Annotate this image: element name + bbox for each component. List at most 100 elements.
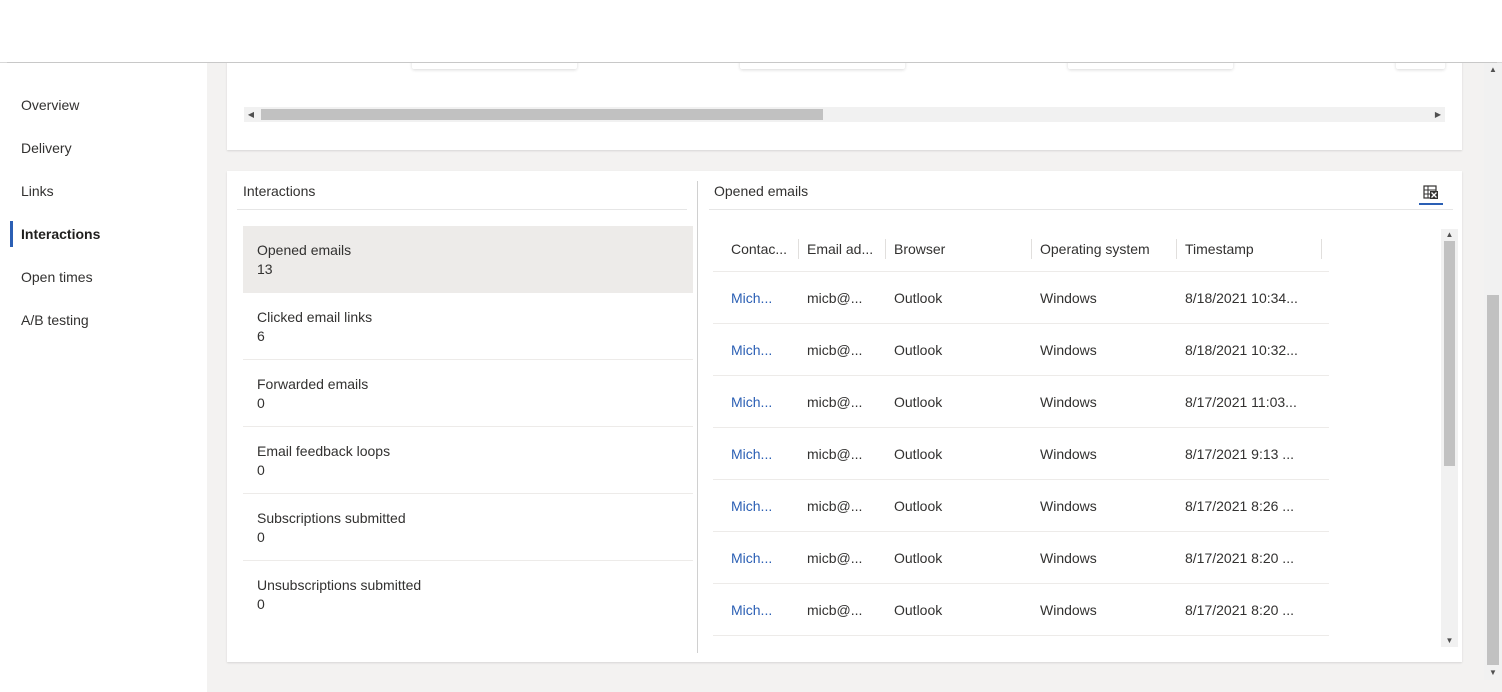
panel-divider <box>697 181 698 653</box>
scroll-right-icon[interactable]: ▶ <box>1431 107 1445 122</box>
table-row[interactable]: Mich... micb@... Outlook Windows 8/18/20… <box>713 272 1329 324</box>
column-separator[interactable] <box>1176 239 1177 259</box>
nav-item-interactions[interactable]: Interactions <box>10 221 200 247</box>
contact-link[interactable]: Mich... <box>731 376 772 428</box>
interactions-title-divider <box>237 209 687 210</box>
operating-system-cell: Windows <box>1040 602 1097 618</box>
active-underline <box>1419 203 1443 205</box>
column-separator[interactable] <box>885 239 886 259</box>
grid-vertical-scrollbar[interactable]: ▲ ▼ <box>1441 229 1458 647</box>
metric-tile <box>412 63 577 69</box>
scrollbar-thumb[interactable] <box>1444 241 1455 466</box>
metric-unsubscriptions-submitted[interactable]: Unsubscriptions submitted 0 <box>243 561 693 628</box>
metric-label: Clicked email links <box>257 309 373 325</box>
nav-item-links[interactable]: Links <box>10 178 200 204</box>
excel-export-icon <box>1423 185 1438 199</box>
browser-cell: Outlook <box>894 602 943 618</box>
scroll-down-icon[interactable]: ▼ <box>1484 666 1502 680</box>
column-header-timestamp[interactable]: Timestamp <box>1185 227 1254 271</box>
metric-value: 6 <box>257 328 265 344</box>
browser-cell: Outlook <box>894 446 943 462</box>
operating-system-cell: Windows <box>1040 498 1097 514</box>
metric-value: 0 <box>257 529 265 545</box>
table-row[interactable]: Mich... micb@... Outlook Windows 8/17/20… <box>713 480 1329 532</box>
browser-cell: Outlook <box>894 342 943 358</box>
metric-value: 13 <box>257 261 273 277</box>
nav-item-ab-testing[interactable]: A/B testing <box>10 307 200 333</box>
metric-clicked-email-links[interactable]: Clicked email links 6 <box>243 293 693 360</box>
email-address-cell: micb@... <box>807 446 863 462</box>
metric-label: Forwarded emails <box>257 376 369 392</box>
operating-system-cell: Windows <box>1040 290 1097 306</box>
table-row[interactable]: Mich... micb@... Outlook Windows 8/17/20… <box>713 532 1329 584</box>
contact-link[interactable]: Mich... <box>731 480 772 532</box>
column-header-email-address[interactable]: Email ad... <box>807 227 873 271</box>
column-header-contact[interactable]: Contac... <box>731 227 787 271</box>
interactions-card: Interactions Opened emails 13 Clicked em… <box>227 171 1462 662</box>
scroll-down-icon[interactable]: ▼ <box>1441 635 1458 647</box>
table-row[interactable]: Mich... micb@... Outlook Windows 8/17/20… <box>713 584 1329 636</box>
metric-subscriptions-submitted[interactable]: Subscriptions submitted 0 <box>243 494 693 561</box>
main-content: ◀ ▶ Interactions Opened emails 13 Clicke… <box>207 63 1484 680</box>
metric-value: 0 <box>257 462 265 478</box>
email-address-cell: micb@... <box>807 394 863 410</box>
table-row[interactable]: Mich... micb@... Outlook Windows 8/18/20… <box>713 324 1329 376</box>
browser-cell: Outlook <box>894 394 943 410</box>
metric-value: 0 <box>257 395 265 411</box>
opened-emails-title-divider <box>709 209 1453 210</box>
metric-label: Unsubscriptions submitted <box>257 577 422 593</box>
browser-cell: Outlook <box>894 550 943 566</box>
page-vertical-scrollbar[interactable]: ▲ ▼ <box>1484 63 1502 680</box>
operating-system-cell: Windows <box>1040 446 1097 462</box>
column-header-operating-system[interactable]: Operating system <box>1040 227 1150 271</box>
metric-value: 0 <box>257 596 265 612</box>
email-address-cell: micb@... <box>807 290 863 306</box>
metric-tile <box>740 63 905 69</box>
contact-link[interactable]: Mich... <box>731 584 772 636</box>
timestamp-cell: 8/17/2021 11:03... <box>1185 394 1297 410</box>
metric-email-feedback-loops[interactable]: Email feedback loops 0 <box>243 427 693 494</box>
email-address-cell: micb@... <box>807 550 863 566</box>
timestamp-cell: 8/18/2021 10:32... <box>1185 342 1298 358</box>
metric-label: Subscriptions submitted <box>257 510 406 526</box>
column-separator[interactable] <box>1031 239 1032 259</box>
timestamp-cell: 8/17/2021 8:20 ... <box>1185 550 1294 566</box>
opened-emails-title: Opened emails <box>714 183 809 199</box>
section-navigation: Overview Delivery Links Interactions Ope… <box>0 63 207 692</box>
metric-opened-emails[interactable]: Opened emails 13 <box>243 226 693 293</box>
email-address-cell: micb@... <box>807 602 863 618</box>
contact-link[interactable]: Mich... <box>731 272 772 324</box>
operating-system-cell: Windows <box>1040 342 1097 358</box>
timestamp-cell: 8/17/2021 9:13 ... <box>1185 446 1294 462</box>
email-address-cell: micb@... <box>807 342 863 358</box>
contact-link[interactable]: Mich... <box>731 532 772 584</box>
scroll-up-icon[interactable]: ▲ <box>1441 229 1458 241</box>
table-row[interactable]: Mich... micb@... Outlook Windows 8/17/20… <box>713 376 1329 428</box>
email-address-cell: micb@... <box>807 498 863 514</box>
horizontal-scrollbar[interactable]: ◀ ▶ <box>244 107 1445 122</box>
interactions-title: Interactions <box>243 183 316 199</box>
scrollbar-thumb[interactable] <box>261 109 823 120</box>
table-row[interactable]: Mich... micb@... Outlook Windows 8/17/20… <box>713 428 1329 480</box>
metric-forwarded-emails[interactable]: Forwarded emails 0 <box>243 360 693 427</box>
column-separator[interactable] <box>1321 239 1322 259</box>
metric-label: Opened emails <box>257 242 352 258</box>
scrollbar-thumb[interactable] <box>1487 295 1499 665</box>
timestamp-cell: 8/17/2021 8:26 ... <box>1185 498 1294 514</box>
operating-system-cell: Windows <box>1040 550 1097 566</box>
contact-link[interactable]: Mich... <box>731 324 772 376</box>
column-header-browser[interactable]: Browser <box>894 227 945 271</box>
timestamp-cell: 8/18/2021 10:34... <box>1185 290 1298 306</box>
column-separator[interactable] <box>798 239 799 259</box>
page-bottom-edge <box>207 680 1502 692</box>
nav-item-delivery[interactable]: Delivery <box>10 135 200 161</box>
scroll-up-icon[interactable]: ▲ <box>1484 63 1502 77</box>
top-tiles-card: ◀ ▶ <box>227 63 1462 150</box>
nav-item-overview[interactable]: Overview <box>10 92 200 118</box>
metric-tile <box>1068 63 1233 69</box>
contact-link[interactable]: Mich... <box>731 428 772 480</box>
nav-item-open-times[interactable]: Open times <box>10 264 200 290</box>
scroll-left-icon[interactable]: ◀ <box>244 107 258 122</box>
export-to-excel-button[interactable] <box>1419 183 1443 205</box>
browser-cell: Outlook <box>894 290 943 306</box>
